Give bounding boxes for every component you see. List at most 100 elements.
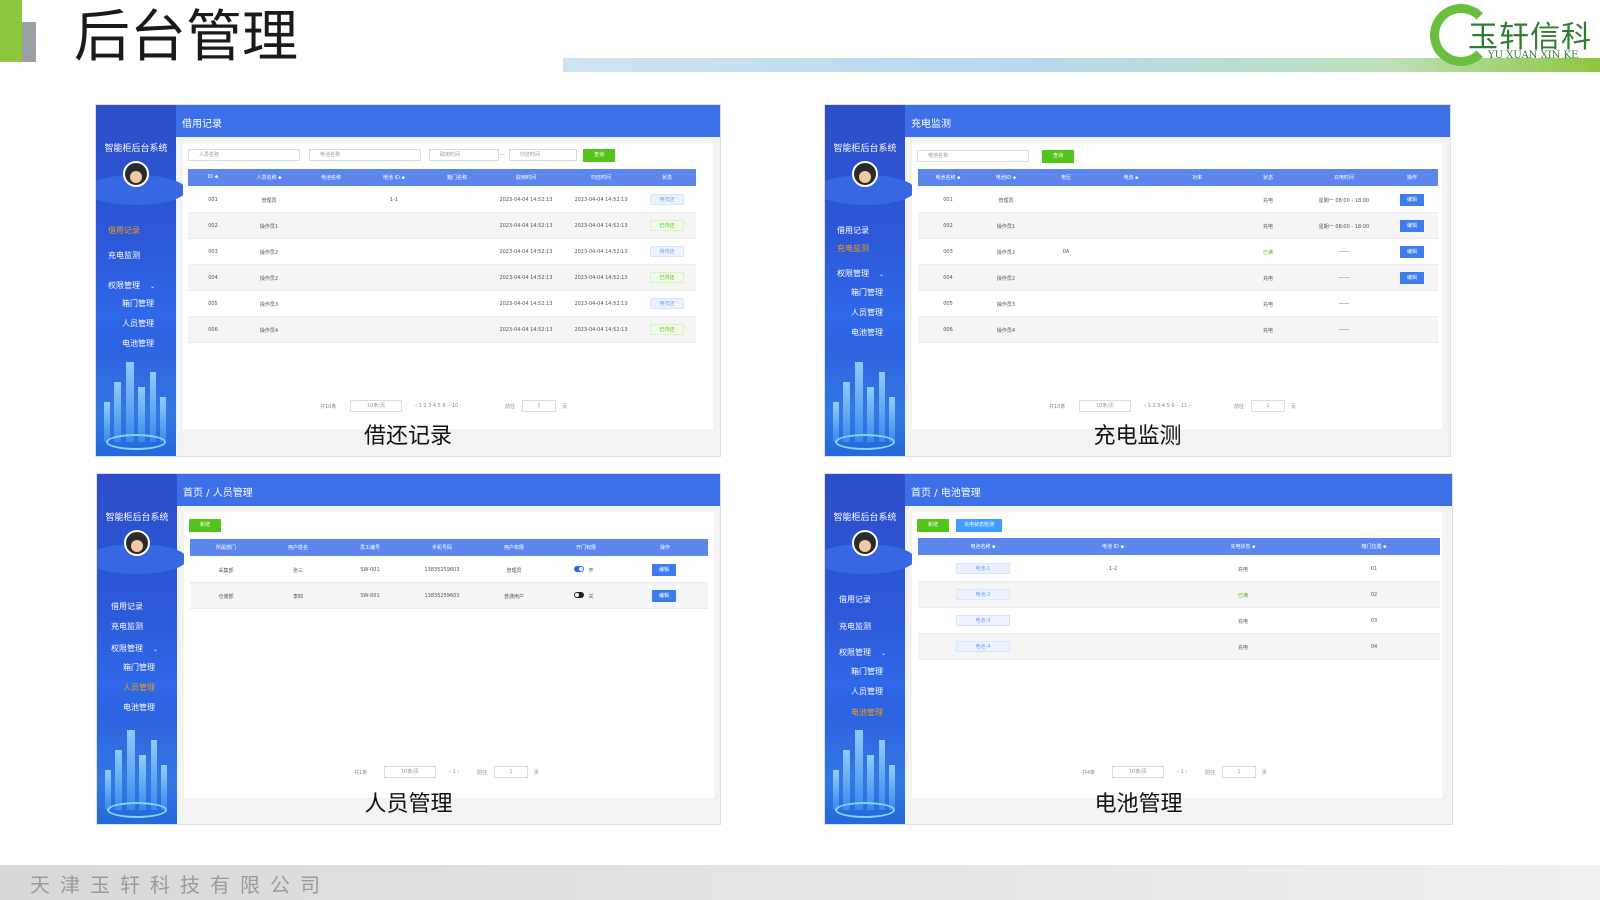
sidebar-item-0[interactable]: 借用记录 — [108, 225, 140, 236]
table-row[interactable]: 005 操作员3 2023-04-04 14:52:13 2023-04-04 14:… — [188, 291, 696, 317]
page-input[interactable]: 1 — [494, 766, 528, 778]
sidebar-item-2[interactable]: 权限管理 ⌄ — [837, 268, 884, 279]
battery-name-tag[interactable]: 电池-3 — [956, 615, 1010, 626]
table-row[interactable]: 001 管理员 充电 星期一 08:00 - 18:00 编辑 — [918, 187, 1438, 213]
sidebar-item-0[interactable]: 借用记录 — [839, 594, 871, 605]
avatar[interactable] — [852, 161, 878, 187]
column-header[interactable]: 取用时间 — [488, 174, 564, 181]
filter-take-time[interactable]: 取用时间 — [429, 149, 499, 161]
column-header[interactable]: ID ⬥ — [188, 174, 238, 180]
page-size-select[interactable]: 10条/页 — [1112, 766, 1164, 778]
edit-button[interactable]: 编辑 — [1400, 194, 1424, 206]
table-row[interactable]: 005 操作员3 充电 —— — [918, 291, 1438, 317]
filter-return-time[interactable]: 归还时间 — [509, 149, 577, 161]
door-permission-toggle[interactable] — [574, 566, 584, 572]
page-input[interactable]: 1 — [522, 400, 556, 412]
sidebar-item-5[interactable]: 电池管理 — [851, 327, 883, 338]
column-header[interactable]: 电流 ⬥ — [1098, 174, 1164, 181]
column-header[interactable]: 功率 — [1164, 174, 1230, 181]
column-header[interactable]: 电池名称 ⬥ — [918, 174, 978, 181]
sidebar-item-4[interactable]: 人员管理 — [122, 318, 154, 329]
sidebar-item-5[interactable]: 电池管理 — [123, 702, 155, 713]
column-header[interactable]: 所属部门 — [190, 544, 262, 551]
filter-person-name[interactable]: 人员名称 — [188, 149, 300, 161]
sidebar-item-3[interactable]: 箱门管理 — [851, 666, 883, 677]
filter-battery-name[interactable]: 电池名称 — [309, 149, 421, 161]
column-header[interactable]: 电池 ID ⬥ — [362, 174, 426, 181]
battery-name-tag[interactable]: 电池-4 — [956, 641, 1010, 652]
column-header[interactable]: 人员名称 ⬥ — [238, 174, 300, 181]
table-row[interactable]: 002 操作员1 充电 星期一 08:00 - 18:00 编辑 — [918, 213, 1438, 239]
table-row[interactable]: 004 操作员2 2023-04-04 14:52:13 2023-04-04 14:… — [188, 265, 696, 291]
avatar[interactable] — [124, 530, 150, 556]
page-input[interactable]: 1 — [1222, 766, 1256, 778]
table-row[interactable]: 001 管理员 1-1 2023-04-04 14:52:13 2023-04-04 1… — [188, 187, 696, 213]
column-header[interactable]: 状态 — [638, 174, 696, 181]
column-header[interactable]: 电压 — [1034, 174, 1098, 181]
sidebar-item-1[interactable]: 充电监测 — [111, 621, 143, 632]
sidebar-item-3[interactable]: 箱门管理 — [122, 298, 154, 309]
column-header[interactable]: 电池 ID ⬥ — [1048, 543, 1178, 550]
table-row[interactable]: 仓储部 李四 SW-001 13835259603 普通用户 关 编辑 — [190, 583, 708, 609]
charge-status-check-button[interactable]: 充电状态检测 — [956, 519, 1002, 532]
page-size-select[interactable]: 10条/页 — [1079, 400, 1131, 412]
battery-name-tag[interactable]: 电池-2 — [956, 589, 1010, 600]
table-row[interactable]: 电池-1 1-2 充电 01 — [918, 556, 1440, 582]
column-header[interactable]: 手机号码 — [406, 544, 478, 551]
edit-button[interactable]: 编辑 — [1400, 246, 1424, 258]
column-header[interactable]: 归还时间 — [564, 174, 638, 181]
column-header[interactable]: 开门权限 — [550, 544, 622, 551]
sidebar-item-4[interactable]: 人员管理 — [851, 307, 883, 318]
table-row[interactable]: 006 操作员4 充电 —— — [918, 317, 1438, 343]
door-permission-toggle[interactable] — [574, 592, 584, 598]
edit-button[interactable]: 编辑 — [1400, 220, 1424, 232]
avatar[interactable] — [852, 530, 878, 556]
column-header[interactable]: 操作 — [622, 544, 708, 551]
sidebar-item-4[interactable]: 人员管理 — [123, 682, 155, 693]
sidebar-item-2[interactable]: 权限管理 ⌄ — [108, 280, 155, 291]
battery-name-tag[interactable]: 电池-1 — [956, 563, 1010, 574]
edit-button[interactable]: 编辑 — [1400, 272, 1424, 284]
avatar[interactable] — [123, 161, 149, 187]
sidebar-item-4[interactable]: 人员管理 — [851, 686, 883, 697]
query-button[interactable]: 查询 — [1042, 150, 1074, 163]
page-size-select[interactable]: 10条/页 — [384, 766, 436, 778]
table-row[interactable]: 电池-3 充电 03 — [918, 608, 1440, 634]
table-row[interactable]: 002 操作员1 2023-04-04 14:52:13 2023-04-04 14:… — [188, 213, 696, 239]
edit-button[interactable]: 编辑 — [652, 590, 676, 602]
sidebar-item-3[interactable]: 箱门管理 — [123, 662, 155, 673]
table-row[interactable]: 电池-4 充电 04 — [918, 634, 1440, 660]
table-row[interactable]: 003 操作员2 0A 已满 —— 编辑 — [918, 239, 1438, 265]
column-header[interactable]: 电池名称 ⬥ — [918, 543, 1048, 550]
column-header[interactable]: 操作 — [1382, 174, 1442, 181]
sidebar-item-2[interactable]: 权限管理 ⌄ — [839, 647, 886, 658]
sidebar-item-1[interactable]: 充电监测 — [108, 250, 140, 261]
column-header[interactable]: 状态 — [1230, 174, 1306, 181]
table-row[interactable]: 004 操作员2 充电 —— 编辑 — [918, 265, 1438, 291]
pager-pages[interactable]: ‹ 1 › — [1177, 769, 1187, 775]
column-header[interactable]: 用户姓名 — [262, 544, 334, 551]
column-header[interactable]: 充电时间 — [1306, 174, 1382, 181]
column-header[interactable]: 电池名称 — [300, 174, 362, 181]
edit-button[interactable]: 编辑 — [652, 564, 676, 576]
pager-pages[interactable]: ‹ 1 2 3 4 5 6 ···11 › — [1144, 403, 1191, 409]
pager-pages[interactable]: ‹ 1 › — [449, 769, 459, 775]
filter-battery-name[interactable]: 电池名称 — [917, 150, 1029, 162]
sidebar-item-0[interactable]: 借用记录 — [111, 601, 143, 612]
page-input[interactable]: 1 — [1251, 400, 1285, 412]
query-button[interactable]: 查询 — [583, 149, 615, 162]
column-header[interactable]: 充电状态 ⬥ — [1178, 543, 1308, 550]
sidebar-item-1[interactable]: 充电监测 — [839, 621, 871, 632]
column-header[interactable]: 箱门名称 — [426, 174, 488, 181]
column-header[interactable]: 箱门位置 ⬥ — [1308, 543, 1440, 550]
table-row[interactable]: 电池-2 已满 02 — [918, 582, 1440, 608]
page-size-select[interactable]: 10条/页 — [350, 400, 402, 412]
sidebar-item-1[interactable]: 充电监测 — [837, 243, 869, 254]
sidebar-item-2[interactable]: 权限管理 ⌄ — [111, 643, 158, 654]
table-row[interactable]: 003 操作员2 2023-04-04 14:52:13 2023-04-04 14:… — [188, 239, 696, 265]
column-header[interactable]: 员工编号 — [334, 544, 406, 551]
add-button[interactable]: 新增 — [189, 519, 221, 532]
table-row[interactable]: 采集部 张三 SW-001 13835259603 管理员 开 编辑 — [190, 557, 708, 583]
column-header[interactable]: 用户权限 — [478, 544, 550, 551]
add-button[interactable]: 新增 — [917, 519, 949, 532]
